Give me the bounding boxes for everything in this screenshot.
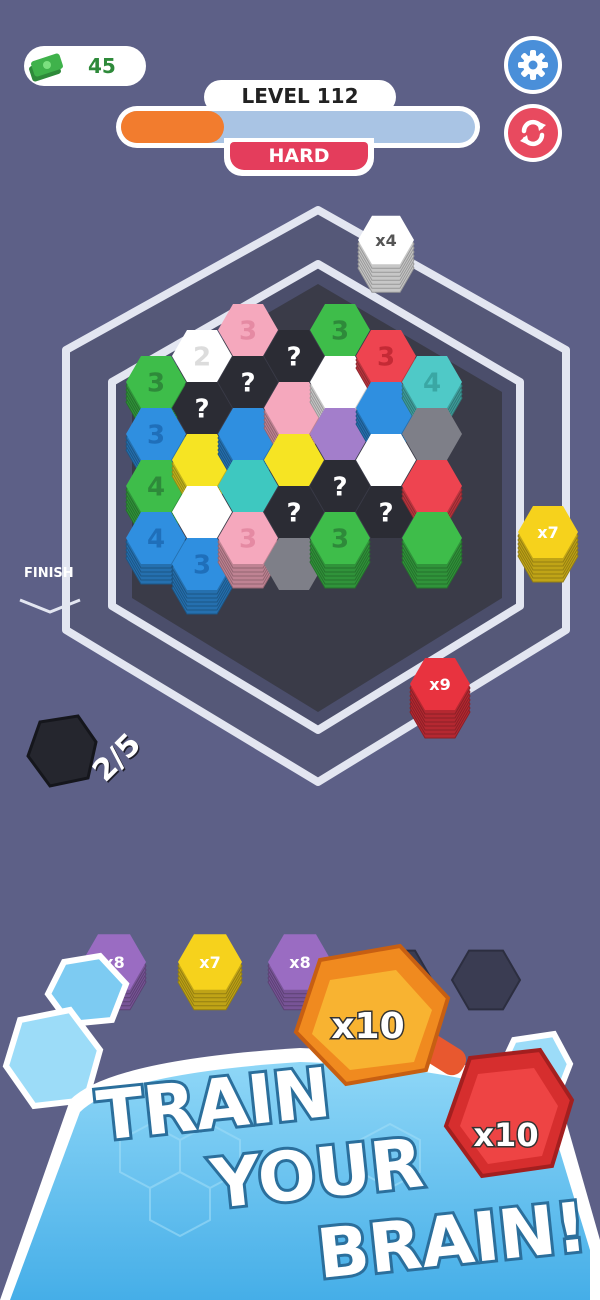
board-cell-label: 3 xyxy=(193,550,211,580)
board-cell-label: 3 xyxy=(331,316,349,346)
board-cell-label: 4 xyxy=(147,472,165,502)
board-cell-label: 3 xyxy=(239,316,257,346)
board-cell-label: 4 xyxy=(423,368,441,398)
red-stack[interactable]: x9 xyxy=(409,658,471,739)
board-cell-label: 4 xyxy=(147,524,165,554)
board-cell[interactable]: 3 xyxy=(217,512,279,589)
board-cell-label: ? xyxy=(240,368,255,398)
hex-grid: 33442?33?3??3?33?4 xyxy=(125,304,463,615)
board-cell[interactable]: 3 xyxy=(309,512,371,589)
red-stack-label: x9 xyxy=(429,675,450,694)
board-cell-label: 3 xyxy=(331,524,349,554)
board-cell-label: 2 xyxy=(193,342,211,372)
board-cell-label: 3 xyxy=(377,342,395,372)
board-cell[interactable] xyxy=(401,512,463,589)
red-x10-badge: x10 xyxy=(473,1116,538,1154)
board-cell-label: 3 xyxy=(147,420,165,450)
yellow-stack-label: x7 xyxy=(537,523,558,542)
yellow-stack[interactable]: x7 xyxy=(517,506,579,583)
dark-hex-piece xyxy=(26,714,98,788)
board-cell-label: ? xyxy=(332,472,347,502)
board-cell-label: ? xyxy=(194,394,209,424)
promo-banner: x10 x10 TRAIN YOUR BRAIN! xyxy=(0,943,600,1300)
orange-x10-badge: x10 xyxy=(331,1006,404,1047)
white-stack[interactable]: x4 xyxy=(357,215,415,293)
finish-label: FINISH xyxy=(24,566,74,581)
board-cell-label: ? xyxy=(378,498,393,528)
board-cell-label: ? xyxy=(286,498,301,528)
board-cell-label: ? xyxy=(286,342,301,372)
board-cell-label: 3 xyxy=(147,368,165,398)
white-stack-label: x4 xyxy=(375,231,396,250)
board-cell-label: 3 xyxy=(239,524,257,554)
